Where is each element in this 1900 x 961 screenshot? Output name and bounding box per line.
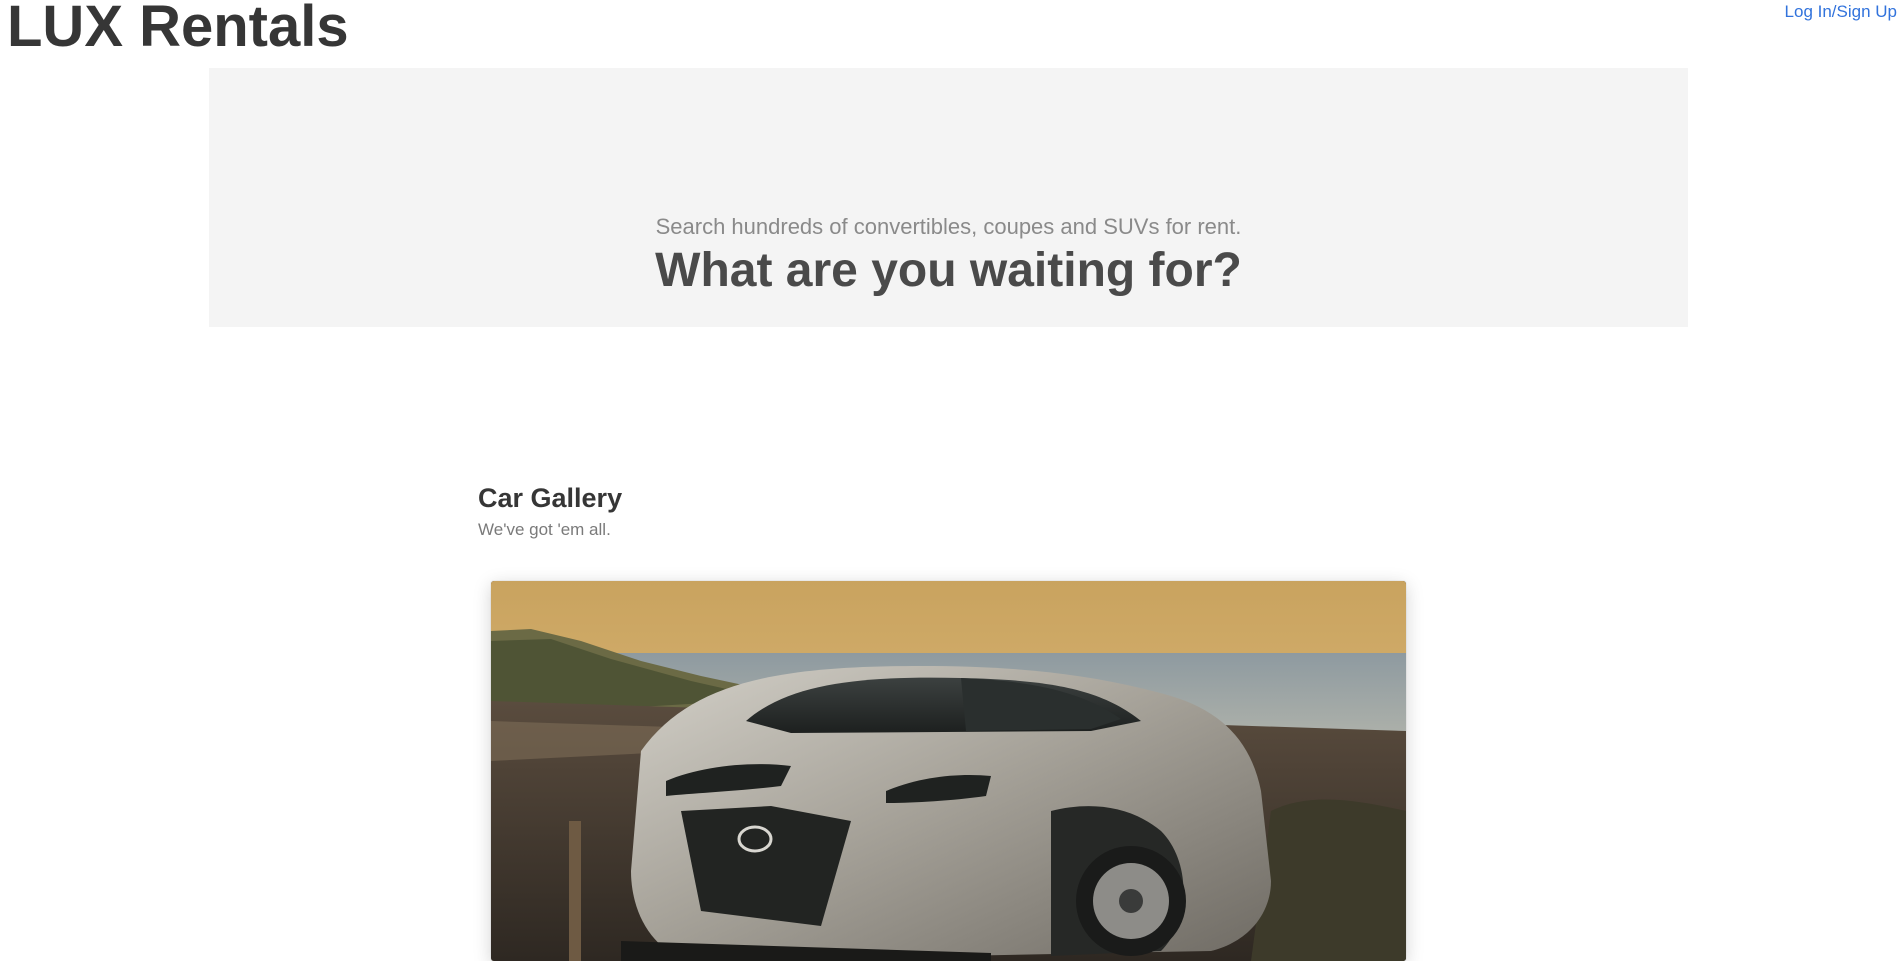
car-gallery-section: Car Gallery We've got 'em all.	[478, 482, 1418, 541]
gallery-subtitle: We've got 'em all.	[478, 520, 611, 540]
car-photo	[491, 581, 1406, 961]
gallery-title: Car Gallery	[478, 483, 623, 513]
hero-title: What are you waiting for?	[655, 244, 1242, 297]
site-title: LUX Rentals	[7, 0, 349, 59]
hero-subtitle: Search hundreds of convertibles, coupes …	[655, 214, 1242, 239]
car-gallery-card[interactable]	[491, 581, 1406, 961]
hero-banner: Search hundreds of convertibles, coupes …	[209, 68, 1688, 327]
login-signup-link[interactable]: Log In/Sign Up	[1785, 2, 1897, 22]
